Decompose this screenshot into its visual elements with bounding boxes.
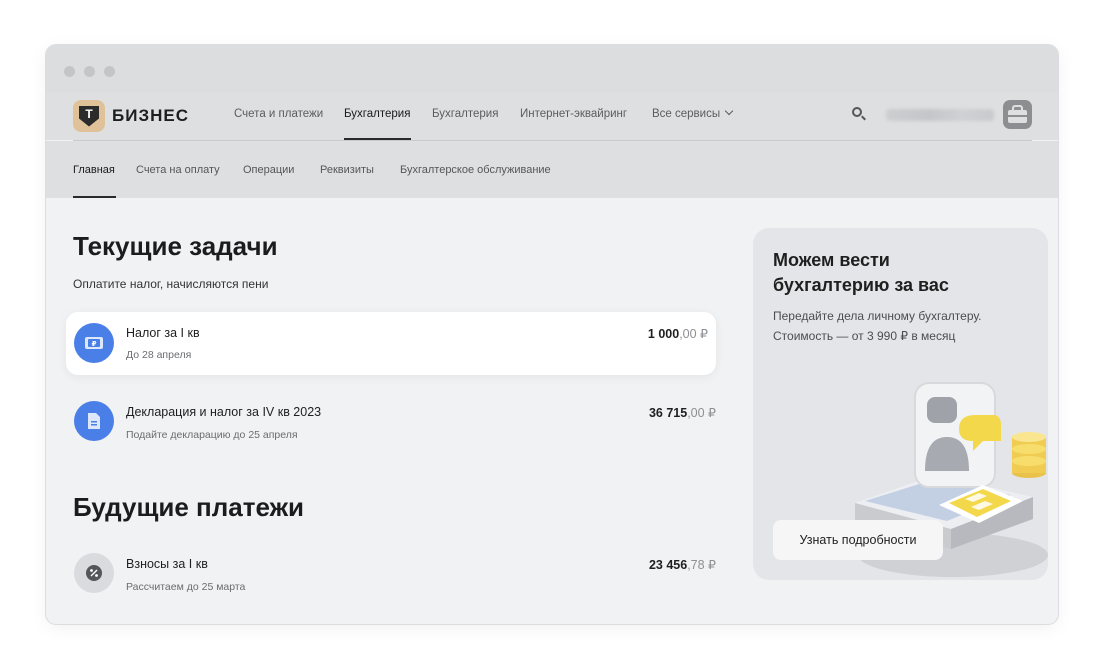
brand-name[interactable]: БИЗНЕС: [112, 106, 189, 126]
task-amount: 1 000,00 ₽: [648, 326, 708, 341]
percent-icon: [74, 553, 114, 593]
amount-integer: 23 456: [648, 558, 688, 572]
subnav-item-requisites[interactable]: Реквизиты: [320, 164, 374, 176]
ruble-bill-icon: ₽: [74, 323, 114, 363]
payment-subtitle: Рассчитаем до 25 марта: [126, 581, 246, 593]
amount-decimal: ,78 ₽: [687, 558, 716, 572]
amount-decimal: ,00 ₽: [687, 406, 716, 420]
learn-more-button[interactable]: Узнать подробности: [773, 520, 943, 560]
subnav-item-accounting-service[interactable]: Бухгалтерское обслуживание: [400, 164, 551, 176]
active-subnav-indicator: [73, 196, 116, 198]
briefcase-icon[interactable]: [1003, 100, 1032, 129]
task-subtitle: Подайте декларацию до 25 апреля: [126, 429, 298, 441]
current-tasks-subtitle: Оплатите налог, начисляются пени: [73, 277, 269, 291]
amount-decimal: ,00 ₽: [679, 327, 708, 341]
subnav-item-operations[interactable]: Операции: [243, 164, 294, 176]
subnav-item-invoices[interactable]: Счета на оплату: [136, 164, 220, 176]
nav-item-internet-acquiring[interactable]: Интернет-эквайринг: [520, 108, 627, 120]
promo-text: Передайте дела личному бухгалтеру. Стоим…: [773, 309, 982, 343]
chevron-down-icon: [724, 106, 734, 116]
payment-amount: 23 456,78 ₽: [649, 557, 716, 572]
amount-integer: 36 715: [648, 406, 688, 420]
current-tasks-heading: Текущие задачи: [73, 231, 278, 261]
subnav-item-home[interactable]: Главная: [73, 164, 115, 176]
all-services-label: Все сервисы: [652, 108, 721, 120]
document-icon: [74, 401, 114, 441]
title-bar: [46, 45, 1058, 92]
svg-text:₽: ₽: [92, 340, 97, 348]
accounting-promo-card[interactable]: Можем вести бухгалтерию за вас Передайте…: [753, 228, 1048, 580]
nav-item-accounts-payments[interactable]: Счета и платежи: [234, 108, 323, 120]
amount-integer: 1 000: [647, 327, 680, 341]
task-due-date: До 28 апреля: [126, 349, 192, 361]
company-name-blurred[interactable]: [886, 109, 994, 121]
future-payments-heading: Будущие платежи: [73, 492, 304, 522]
nav-item-accounting-2[interactable]: Бухгалтерия: [432, 108, 498, 120]
task-title[interactable]: Декларация и налог за IV кв 2023: [126, 405, 321, 419]
close-window-dot[interactable]: [64, 66, 75, 77]
nav-item-all-services[interactable]: Все сервисы: [652, 106, 734, 120]
logo[interactable]: Т: [73, 100, 105, 132]
payment-title[interactable]: Взносы за I кв: [126, 557, 208, 571]
search-icon[interactable]: [851, 106, 867, 122]
nav-item-accounting[interactable]: Бухгалтерия: [344, 108, 410, 120]
task-title: Налог за I кв: [126, 326, 200, 340]
sub-navigation: Главная Счета на оплату Операции Реквизи…: [46, 141, 1058, 198]
maximize-window-dot[interactable]: [104, 66, 115, 77]
minimize-window-dot[interactable]: [84, 66, 95, 77]
shield-icon: Т: [79, 105, 99, 127]
task-amount: 36 715,00 ₽: [649, 405, 716, 420]
task-row-tax[interactable]: ₽ Налог за I кв До 28 апреля 1 000,00 ₽: [66, 312, 716, 375]
promo-title: Можем вести бухгалтерию за вас: [773, 250, 949, 295]
logo-letter: Т: [85, 106, 93, 121]
top-navigation: Т БИЗНЕС Счета и платежи Бухгалтерия Бух…: [46, 92, 1058, 140]
browser-window: Т БИЗНЕС Счета и платежи Бухгалтерия Бух…: [46, 45, 1058, 624]
